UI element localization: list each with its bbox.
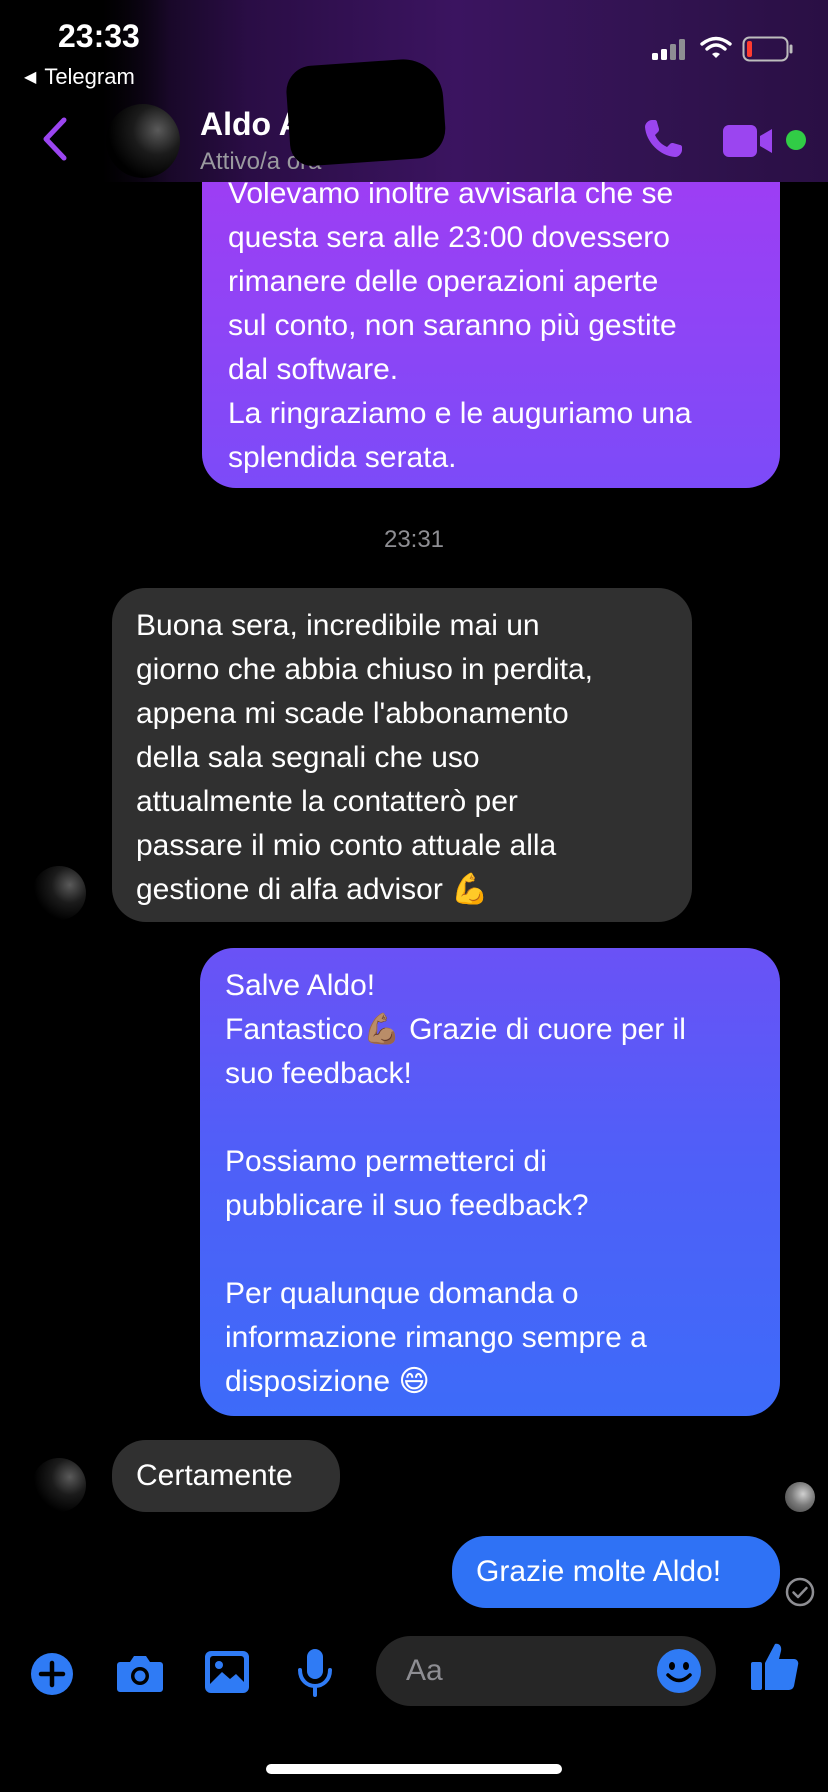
microphone-icon[interactable]	[296, 1648, 334, 1703]
message-bubble-incoming[interactable]: Certamente	[112, 1440, 340, 1512]
timestamp: 23:31	[383, 526, 445, 553]
emoji-icon[interactable]	[656, 1648, 702, 1699]
seen-avatar	[785, 1482, 815, 1512]
online-indicator	[786, 130, 806, 150]
chat-header: 23:33 ◀ Telegram Aldo A Attivo/a ora	[0, 0, 828, 182]
contact-name[interactable]: Aldo A	[200, 106, 302, 143]
back-app-label: Telegram	[44, 64, 135, 89]
message-input-placeholder: Aa	[406, 1654, 443, 1687]
video-camera-icon[interactable]	[722, 124, 776, 163]
add-icon[interactable]	[30, 1652, 74, 1701]
header-avatar[interactable]	[106, 104, 180, 178]
contact-avatar[interactable]	[32, 866, 86, 920]
message-input[interactable]: Aa	[376, 1636, 716, 1706]
message-bubble-outgoing[interactable]: Salve Aldo! Fantastico💪🏽 Grazie di cuore…	[200, 948, 780, 1416]
battery-icon	[742, 36, 794, 67]
back-arrow-small-icon: ◀	[24, 69, 37, 86]
status-time: 23:33	[58, 18, 140, 54]
back-icon[interactable]	[40, 116, 70, 167]
message-bubble-outgoing[interactable]: Volevamo inoltre avvisarla che se questa…	[202, 142, 780, 488]
home-indicator[interactable]	[266, 1764, 562, 1774]
gallery-icon[interactable]	[204, 1650, 250, 1699]
back-to-app-link[interactable]: ◀ Telegram	[24, 64, 135, 90]
contact-avatar[interactable]	[32, 1458, 86, 1512]
message-bubble-outgoing[interactable]: Grazie molte Aldo!	[452, 1536, 780, 1608]
like-icon[interactable]	[750, 1640, 800, 1697]
phone-icon[interactable]	[640, 116, 686, 167]
message-bubble-incoming[interactable]: Buona sera, incredibile mai un giorno ch…	[112, 588, 692, 922]
camera-icon[interactable]	[116, 1652, 164, 1699]
signal-icon	[652, 38, 690, 60]
chat-area: Volevamo inoltre avvisarla che se questa…	[0, 0, 828, 1620]
wifi-icon	[700, 36, 732, 65]
delivered-check-icon	[784, 1576, 816, 1613]
redaction-mark	[284, 56, 448, 168]
